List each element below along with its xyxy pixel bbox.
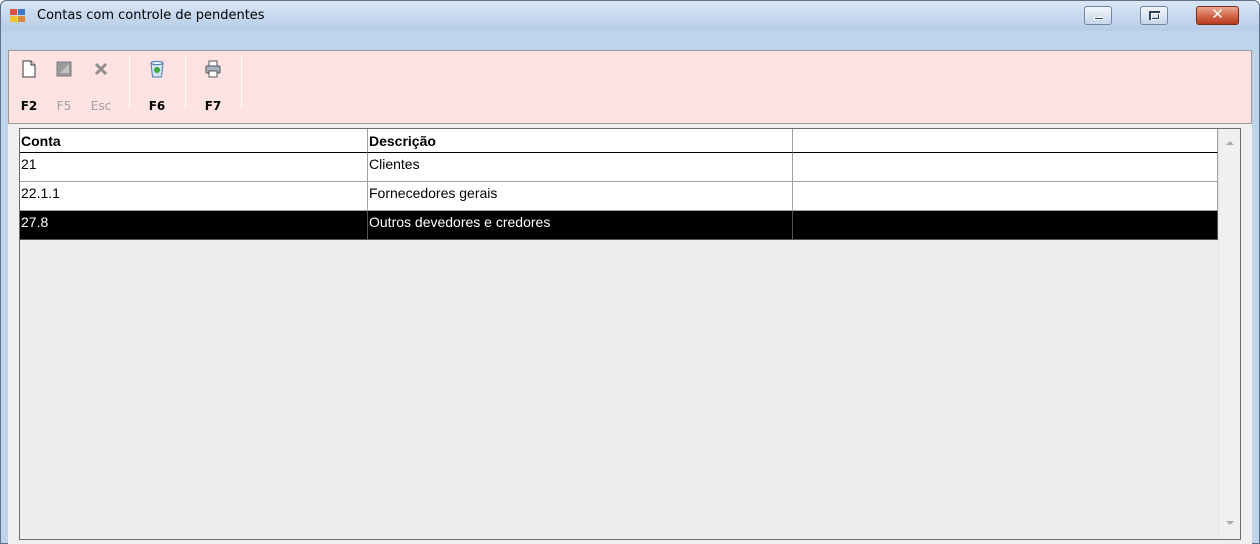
table-row[interactable]: 21 Clientes: [20, 153, 1218, 182]
close-icon: ✕: [1211, 5, 1224, 23]
cancel-x-icon: [94, 62, 108, 76]
column-header-extra[interactable]: [793, 129, 1218, 153]
maximize-icon: [1149, 11, 1160, 20]
cancel-button-label: Esc: [90, 99, 112, 113]
cell-conta[interactable]: 21: [20, 153, 368, 182]
app-icon[interactable]: [10, 9, 26, 23]
table-row[interactable]: 22.1.1 Fornecedores gerais: [20, 182, 1218, 211]
new-document-icon: [22, 60, 36, 78]
minimize-button[interactable]: [1084, 6, 1112, 25]
print-button-label: F7: [204, 99, 222, 113]
cell-descricao[interactable]: Fornecedores gerais: [368, 182, 793, 211]
table-row-selected[interactable]: 27.8 Outros devedores e credores: [20, 211, 1218, 240]
print-button[interactable]: F7: [197, 57, 229, 117]
save-icon: [56, 61, 72, 77]
cell-extra[interactable]: [793, 153, 1218, 182]
toolbar-separator: [185, 57, 186, 109]
grid-header: Conta Descrição: [20, 129, 1218, 153]
column-header-conta[interactable]: Conta: [20, 129, 368, 153]
column-header-descricao[interactable]: Descrição: [368, 129, 793, 153]
printer-icon: [205, 60, 221, 78]
scroll-up-icon[interactable]: [1226, 141, 1234, 145]
delete-button[interactable]: F6: [141, 57, 173, 117]
cell-extra[interactable]: [793, 211, 1218, 240]
recycle-bin-icon: [150, 60, 164, 78]
cancel-button[interactable]: Esc: [85, 57, 117, 117]
save-button[interactable]: F5: [48, 57, 80, 117]
vertical-scrollbar[interactable]: [1218, 129, 1240, 539]
minimize-icon: [1094, 17, 1104, 20]
delete-button-label: F6: [148, 99, 166, 113]
toolbar-separator: [241, 57, 242, 109]
cell-conta[interactable]: 22.1.1: [20, 182, 368, 211]
cell-descricao[interactable]: Outros devedores e credores: [368, 211, 793, 240]
new-button[interactable]: F2: [13, 57, 45, 117]
maximize-button[interactable]: [1140, 6, 1168, 25]
title-bar[interactable]: Contas com controle de pendentes ✕: [1, 1, 1259, 31]
toolbar-separator: [129, 57, 130, 109]
close-button[interactable]: ✕: [1196, 5, 1239, 25]
accounts-grid[interactable]: Conta Descrição 21 Clientes 22.1.1 Forne…: [19, 128, 1241, 540]
toolbar: F2 F5 Esc F6 F7: [8, 50, 1252, 124]
scroll-down-icon[interactable]: [1226, 521, 1234, 525]
cell-conta[interactable]: 27.8: [20, 211, 368, 240]
cell-extra[interactable]: [793, 182, 1218, 211]
cell-descricao[interactable]: Clientes: [368, 153, 793, 182]
window-title: Contas com controle de pendentes: [37, 8, 265, 23]
